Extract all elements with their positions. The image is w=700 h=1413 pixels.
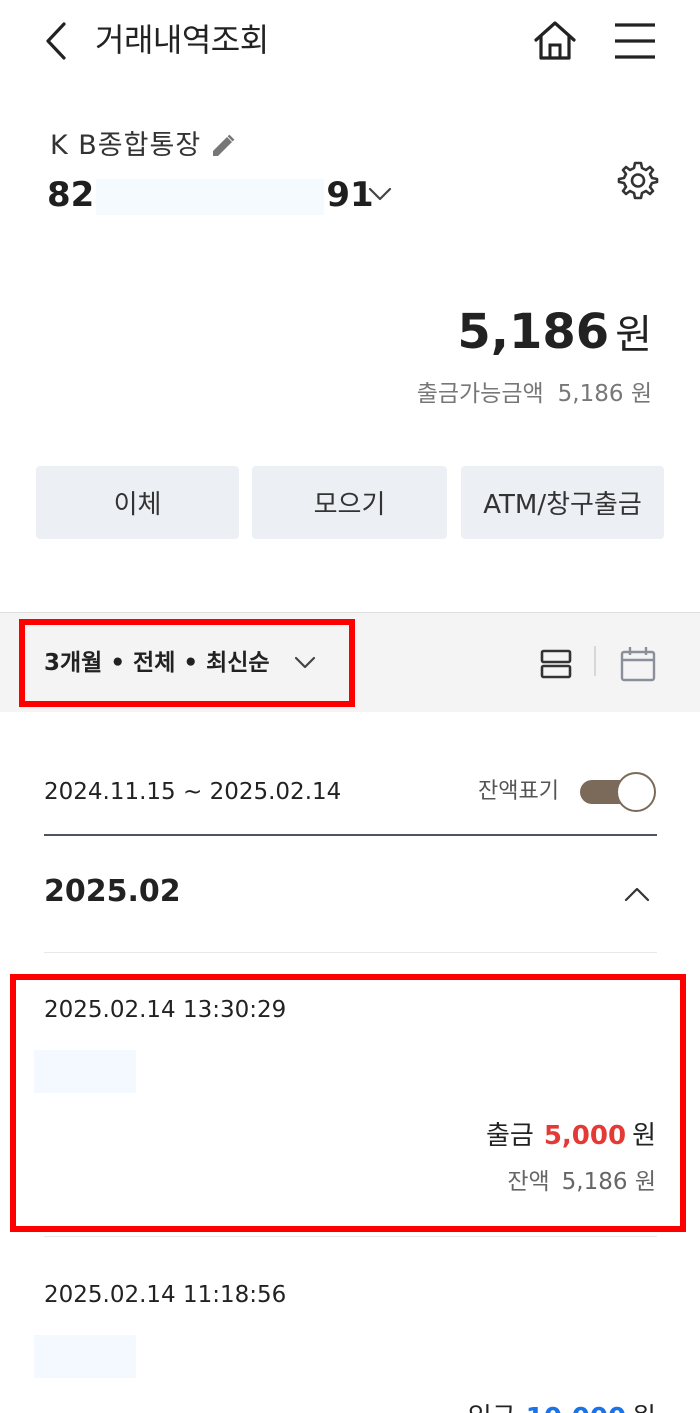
account-select-dropdown[interactable] — [366, 182, 394, 206]
transaction-type: 입금 — [468, 1403, 516, 1413]
masked-transaction-description — [34, 1335, 136, 1378]
transaction-divider — [44, 1236, 657, 1237]
balance-toggle-label: 잔액표기 — [478, 779, 559, 804]
account-settings-button[interactable] — [616, 158, 660, 202]
date-range: 2024.11.15 ~ 2025.02.14 — [44, 779, 342, 805]
chevron-down-icon — [294, 656, 316, 669]
home-icon — [534, 21, 576, 60]
app-header: 거래내역조회 — [0, 0, 700, 84]
masked-transaction-description — [34, 1050, 136, 1093]
chevron-down-icon — [368, 187, 392, 201]
amount-unit: 원 — [632, 1403, 656, 1413]
available-label: 출금가능금액 — [416, 381, 544, 407]
transaction-balance: 잔액 5,186 원 — [507, 1164, 656, 1200]
edit-account-name-button[interactable] — [210, 133, 236, 159]
amount-unit: 원 — [632, 1121, 656, 1151]
withdrawal-amount: 5,000 — [543, 1121, 627, 1151]
gear-icon — [617, 161, 659, 200]
list-view-icon — [540, 649, 572, 679]
transaction-amount[interactable]: 출금 5,000 원 — [486, 1116, 656, 1156]
transaction-amount[interactable]: 입금 10,000 원 — [468, 1398, 656, 1413]
account-number[interactable]: 82 91 — [47, 172, 374, 218]
chevron-up-icon — [624, 887, 650, 902]
month-collapse-button[interactable] — [622, 880, 652, 908]
balance-label: 잔액 — [507, 1169, 550, 1195]
pencil-icon — [213, 134, 235, 156]
back-button[interactable] — [38, 18, 78, 64]
transfer-button[interactable]: 이체 — [36, 466, 239, 539]
filter-dropdown[interactable]: 3개월 • 전체 • 최신순 — [44, 644, 270, 682]
menu-button[interactable] — [610, 18, 660, 64]
filter-divider — [594, 646, 596, 676]
transaction-datetime: 2025.02.14 13:30:29 — [44, 997, 287, 1023]
available-amount: 5,186 원 — [557, 381, 652, 407]
balance-unit: 원 — [615, 312, 652, 358]
balance-display-toggle[interactable] — [580, 772, 658, 812]
month-divider — [44, 952, 657, 953]
page-title: 거래내역조회 — [95, 21, 269, 59]
balance-after: 5,186 원 — [561, 1169, 656, 1195]
transaction-datetime: 2025.02.14 11:18:56 — [44, 1282, 287, 1308]
account-name: K B종합통장 — [50, 130, 202, 161]
available-amount-row: 출금가능금액 5,186 원 — [417, 374, 652, 414]
transaction-type: 출금 — [485, 1121, 534, 1151]
section-divider — [44, 834, 657, 836]
masked-account-digits — [96, 178, 325, 215]
save-money-button[interactable]: 모으기 — [252, 466, 447, 539]
filter-chevron[interactable] — [292, 650, 318, 676]
calendar-view-toggle[interactable] — [618, 644, 658, 684]
account-balance: 5,186 원 — [457, 300, 652, 367]
toggle-knob — [616, 772, 656, 812]
account-number-prefix: 82 — [47, 175, 95, 215]
deposit-amount: 10,000 — [526, 1403, 626, 1413]
month-group-label: 2025.02 — [44, 874, 181, 909]
list-view-toggle[interactable] — [536, 646, 576, 682]
calendar-icon — [620, 647, 656, 682]
atm-withdrawal-button[interactable]: ATM/창구출금 — [461, 466, 664, 539]
chevron-left-icon — [46, 22, 66, 60]
hamburger-menu-icon — [615, 23, 655, 59]
balance-amount: 5,186 — [457, 304, 610, 360]
home-button[interactable] — [530, 16, 580, 66]
transaction-history-screen: 거래내역조회 K B종합통장 82 91 5,186 원 출금가능금액 5,18… — [0, 0, 700, 1413]
